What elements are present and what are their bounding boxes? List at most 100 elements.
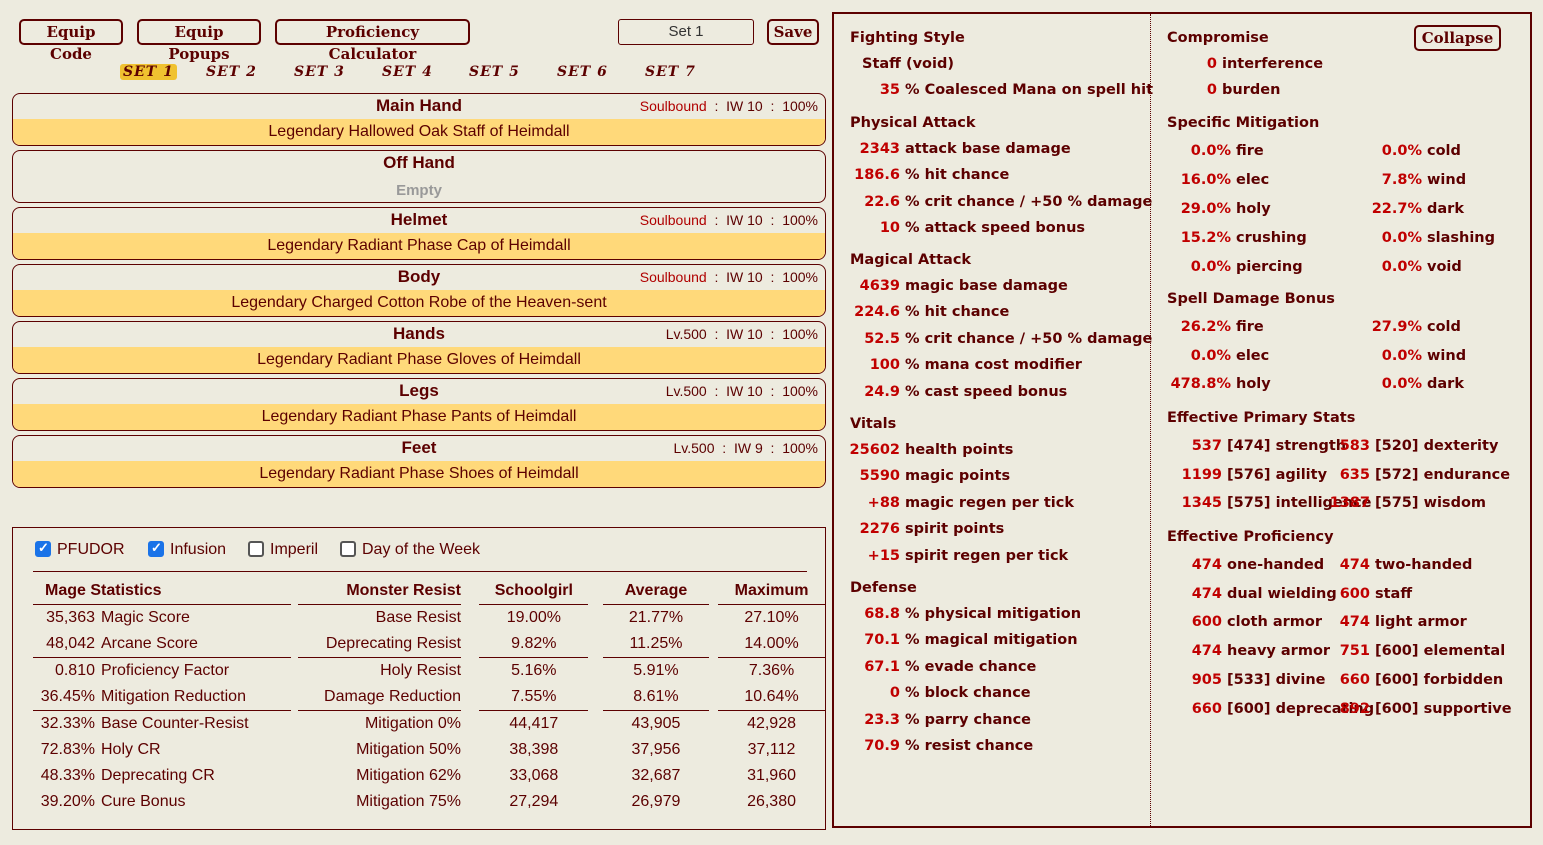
checkbox-box[interactable] (148, 540, 164, 557)
stat-value: 474 (1191, 585, 1222, 602)
stats-table: Mage Statistics Monster Resist Schoolgirl A… (33, 578, 825, 815)
stat-label: % mana cost modifier (905, 357, 1082, 374)
separator: : (706, 212, 727, 228)
stat-label: % resist chance (905, 738, 1034, 754)
proficiency-calculator-button[interactable]: Proficiency Calculator (275, 19, 470, 63)
stat-value: 70.1 (864, 632, 900, 649)
stat-label: % block chance (905, 685, 1031, 702)
physical-attack-line: 10 % attack speed bonus (820, 220, 1085, 236)
table-gap (588, 605, 603, 631)
stat-value: 1345 (1181, 495, 1222, 511)
stat-value: +15 (867, 547, 900, 564)
schoolgirl-value: 44,417 (509, 715, 559, 732)
collapse-button[interactable]: Collapse (1414, 25, 1501, 51)
maximum-value: 27.10% (744, 609, 799, 626)
slot-item[interactable]: Legendary Radiant Phase Cap of Heimdall (13, 233, 825, 259)
mage-stat-label: Magic Score (101, 609, 190, 626)
stat-label: magic regen per tick (905, 494, 1075, 511)
specific-mitigation-heading: Specific Mitigation (1167, 115, 1320, 131)
checkbox-day-of-the-week[interactable]: Day of the Week (340, 541, 480, 559)
equip-slot-feet[interactable]: Feet Lv.500 : IW 9 : 100% Legendary Radian… (12, 435, 826, 488)
checkbox-pfudor[interactable]: PFUDOR (35, 540, 125, 559)
average-value: 5.91% (633, 662, 679, 679)
set-tab-4[interactable]: SET 4 (382, 64, 433, 80)
set-tab-2[interactable]: SET 2 (206, 64, 257, 80)
mage-stat-value: 39.20% (40, 793, 95, 810)
table-row: 36.45% Mitigation Reduction Damage Reducti… (33, 684, 825, 711)
slot-bind-status: Soulbound (639, 269, 707, 285)
table-gap (291, 711, 298, 737)
table-gap (588, 737, 603, 763)
slot-iw: IW 9 (733, 440, 763, 456)
schoolgirl-value: 7.55% (479, 684, 589, 711)
checkbox-box[interactable] (35, 540, 51, 557)
schoolgirl-value: 19.00% (506, 609, 561, 626)
table-gap (709, 737, 718, 763)
equip-popups-button[interactable]: Equip Popups (137, 19, 261, 63)
stat-label: light armor (1375, 614, 1467, 631)
average-value: 43,905 (631, 715, 681, 732)
slot-info: Soulbound : IW 10 : 100% (640, 98, 818, 114)
mage-stat-value: 36.45% (40, 688, 95, 705)
spell-damage-bonus-line: 0.0% dark (1342, 376, 1464, 392)
slot-item[interactable]: Legendary Hallowed Oak Staff of Heimdall (13, 119, 825, 145)
stat-label: [575] wisdom (1375, 495, 1487, 511)
checkbox-imperil[interactable]: Imperil (248, 541, 318, 559)
schoolgirl-value: 5.16% (511, 662, 557, 679)
set-tab-5[interactable]: SET 5 (469, 64, 520, 80)
checkbox-infusion[interactable]: Infusion (148, 540, 227, 559)
table-header: Monster Resist (298, 578, 462, 605)
stat-value: 0 (889, 685, 900, 702)
equip-slot-off-hand[interactable]: Off Hand Empty (12, 150, 826, 203)
set-tab-6[interactable]: SET 6 (557, 64, 608, 80)
stat-value: 29.0% (1180, 201, 1231, 217)
table-gap (291, 578, 298, 605)
stat-label: spirit regen per tick (905, 547, 1069, 564)
slot-info: Lv.500 : IW 9 : 100% (674, 440, 819, 456)
checkbox-box[interactable] (248, 541, 264, 557)
equip-slot-main-hand[interactable]: Main Hand Soulbound : IW 10 : 100% Legenda… (12, 93, 826, 146)
set-name-input[interactable]: Set 1 (618, 19, 754, 45)
schoolgirl-value: 27,294 (509, 793, 559, 810)
table-gap (709, 658, 718, 684)
equip-slot-body[interactable]: Body Soulbound : IW 10 : 100% Legendary Ch… (12, 264, 826, 317)
compromise-heading: Compromise (1167, 30, 1269, 46)
spell-damage-bonus-line: 0.0% elec (1151, 348, 1269, 364)
magical-attack-line: 52.5 % crit chance / +50 % damage (820, 331, 1152, 347)
checkbox-box[interactable] (340, 541, 356, 557)
slot-item[interactable]: Legendary Radiant Phase Gloves of Heimda… (13, 347, 825, 373)
equip-slot-legs[interactable]: Legs Lv.500 : IW 10 : 100% Legendary Radia… (12, 378, 826, 431)
stat-value: 583 (1339, 438, 1370, 454)
save-button[interactable]: Save (767, 19, 819, 45)
maximum-value: 42,928 (747, 715, 796, 732)
separator: : (762, 269, 783, 285)
slot-name: Off Hand (383, 153, 455, 172)
slot-empty: Empty (396, 182, 442, 199)
equip-slot-helmet[interactable]: Helmet Soulbound : IW 10 : 100% Legendary … (12, 207, 826, 260)
set-tab-1[interactable]: SET 1 (120, 64, 177, 80)
checkbox-label: Infusion (170, 541, 227, 558)
checkbox-label: Imperil (270, 541, 319, 558)
separator: : (762, 212, 783, 228)
table-row: 72.83% Holy CR Mitigation 50% 38,398 37,956 3… (33, 737, 825, 763)
table-row: 39.20% Cure Bonus Mitigation 75% 27,294 26,9… (33, 789, 825, 815)
stat-label: health points (905, 442, 1014, 458)
slot-item[interactable]: Legendary Charged Cotton Robe of the Hea… (13, 290, 825, 316)
character-stats-panel: Fighting Style Staff (void) 35 % Coalesced … (832, 12, 1532, 828)
monster-resist-label: Mitigation 0% (364, 715, 462, 732)
slot-item[interactable]: Legendary Radiant Phase Pants of Heimdal… (13, 404, 825, 430)
specific-mitigation-line: 0.0% void (1342, 259, 1462, 275)
set-tab-3[interactable]: SET 3 (294, 64, 345, 80)
stat-label: dark (1427, 376, 1464, 392)
average-value: 32,687 (631, 767, 681, 784)
equip-code-button[interactable]: Equip Code (19, 19, 123, 63)
slot-item[interactable]: Legendary Radiant Phase Shoes of Heimdal… (13, 461, 825, 487)
equip-slot-hands[interactable]: Hands Lv.500 : IW 10 : 100% Legendary Radi… (12, 321, 826, 374)
stat-value: 100 (869, 357, 900, 374)
stat-value: 22.6 (864, 193, 900, 210)
mage-stat: 48.33% Deprecating CR (33, 763, 291, 789)
average-value: 21.77% (628, 609, 684, 626)
set-tab-7[interactable]: SET 7 (645, 64, 696, 80)
slot-bind-status: Soulbound (639, 212, 707, 228)
stat-value: 0.0% (1381, 143, 1422, 159)
